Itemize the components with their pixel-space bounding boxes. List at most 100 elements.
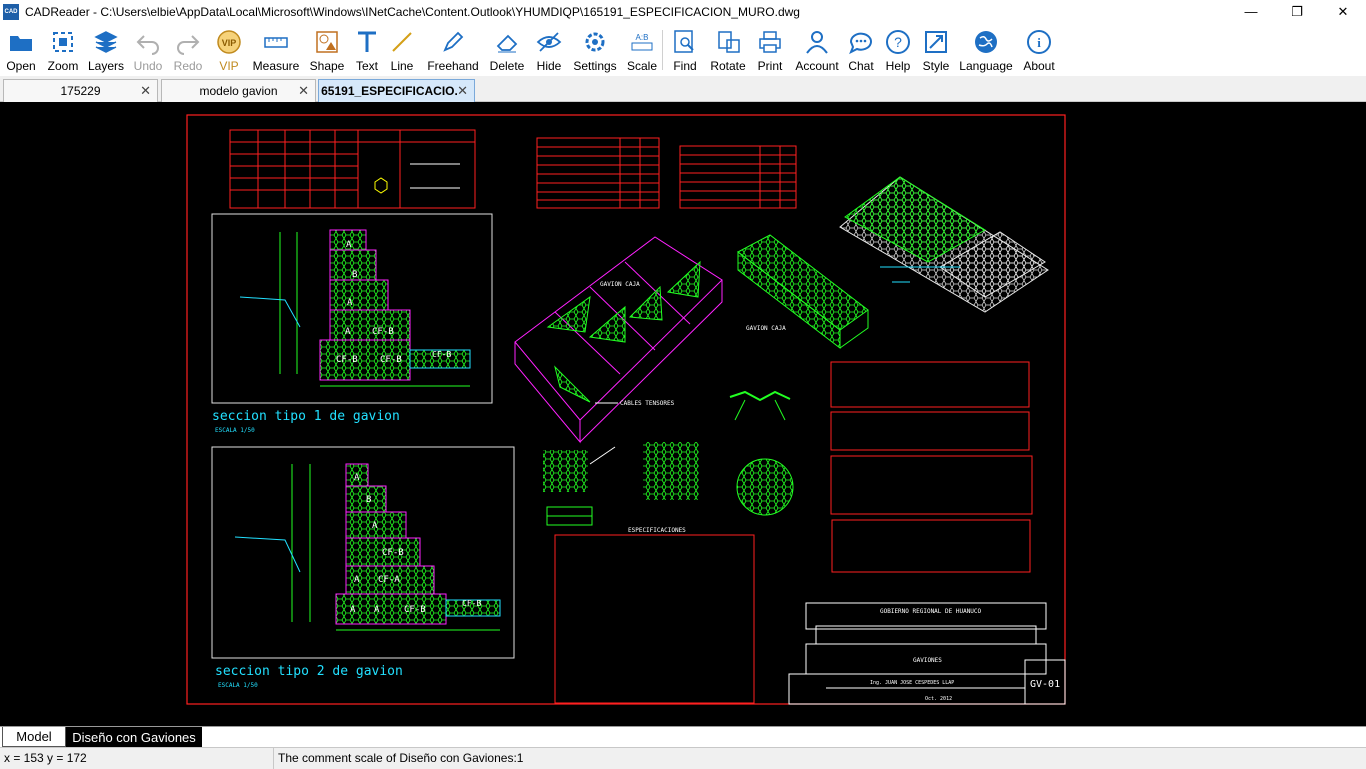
svg-text:ESCALA 1/50: ESCALA 1/50: [215, 427, 255, 434]
toolbar-label: Zoom: [47, 59, 79, 73]
svg-text:ESCALA 1/50: ESCALA 1/50: [218, 682, 258, 689]
chat-button[interactable]: Chat: [843, 23, 879, 76]
coordinate-readout: x = 153 y = 172: [0, 747, 274, 769]
style-button[interactable]: Style: [917, 23, 955, 76]
section2-title: seccion tipo 2 de gavion: [215, 664, 403, 679]
colchon-isometric: [839, 176, 1049, 313]
find-icon: [671, 28, 699, 56]
spec-notes: ESPECIFICACIONES: [554, 361, 1033, 704]
svg-text:CF-B: CF-B: [404, 605, 426, 615]
line-icon: [388, 28, 416, 56]
hide-button[interactable]: Hide: [530, 23, 568, 76]
folder-icon: [7, 28, 35, 56]
svg-text:A: A: [346, 240, 352, 250]
eraser-icon: [493, 28, 521, 56]
minimize-button[interactable]: —: [1228, 0, 1274, 23]
vip-button[interactable]: VIP VIP: [208, 23, 250, 76]
layers-button[interactable]: Layers: [84, 23, 128, 76]
undo-icon: [134, 28, 162, 56]
language-button[interactable]: Language: [955, 23, 1017, 76]
scale-icon: A:B: [628, 28, 656, 56]
svg-text:CF-B: CF-B: [382, 548, 404, 558]
freehand-button[interactable]: Freehand: [422, 23, 484, 76]
svg-text:GAVION CAJA: GAVION CAJA: [600, 281, 640, 288]
chat-icon: [847, 28, 875, 56]
spec-table-1: [536, 137, 660, 209]
window-title: CADReader - C:\Users\elbie\AppData\Local…: [25, 4, 800, 19]
tab-especificacion[interactable]: 65191_ESPECIFICACIO. ✕: [318, 79, 475, 102]
svg-text:A: A: [374, 605, 380, 615]
eye-slash-icon: [535, 28, 563, 56]
tab-diseno-gaviones[interactable]: Diseño con Gaviones: [66, 727, 202, 747]
about-button[interactable]: i About: [1017, 23, 1061, 76]
account-button[interactable]: Account: [791, 23, 843, 76]
document-tab-bar: 175229 ✕ modelo gavion ✕ 65191_ESPECIFIC…: [0, 76, 1366, 102]
toolbar-label: Style: [922, 59, 950, 73]
svg-text:B: B: [352, 270, 357, 280]
drawing-canvas[interactable]: A B A A CF-B CF-B CF-B CF-B seccion tipo…: [0, 102, 1366, 726]
text-button[interactable]: Text: [352, 23, 382, 76]
toolbar-label: Chat: [848, 59, 874, 73]
svg-text:?: ?: [894, 34, 902, 50]
find-button[interactable]: Find: [663, 23, 707, 76]
close-button[interactable]: ✕: [1320, 0, 1366, 23]
tab-model[interactable]: Model: [2, 727, 66, 747]
close-icon[interactable]: ✕: [140, 83, 151, 99]
zoom-icon: [49, 28, 77, 56]
svg-text:A: A: [350, 605, 356, 615]
measure-button[interactable]: Measure: [250, 23, 302, 76]
shape-button[interactable]: Shape: [302, 23, 352, 76]
svg-text:CF-B: CF-B: [462, 599, 481, 608]
svg-text:A: A: [354, 575, 360, 585]
close-icon[interactable]: ✕: [457, 83, 468, 99]
tab-label: Model: [16, 729, 52, 744]
svg-text:A: A: [372, 521, 378, 531]
layout-tab-bar: Model Diseño con Gaviones: [0, 726, 1366, 747]
tab-modelo-gavion[interactable]: modelo gavion ✕: [161, 79, 316, 102]
help-icon: ?: [884, 28, 912, 56]
redo-icon: [174, 28, 202, 56]
toolbar-label: Measure: [252, 59, 300, 73]
print-button[interactable]: Print: [749, 23, 791, 76]
svg-text:B: B: [366, 495, 371, 505]
svg-text:CABLES TENSORES: CABLES TENSORES: [620, 400, 675, 407]
layers-icon: [92, 28, 120, 56]
toolbar-label: Layers: [87, 59, 125, 73]
tab-label: 175229: [60, 84, 101, 98]
maximize-button[interactable]: ❐: [1274, 0, 1320, 23]
toolbar-label: Shape: [309, 59, 345, 73]
help-button[interactable]: ? Help: [879, 23, 917, 76]
toolbar-label: Delete: [489, 59, 525, 73]
open-button[interactable]: Open: [0, 23, 42, 76]
undo-button[interactable]: Undo: [128, 23, 168, 76]
section1-title: seccion tipo 1 de gavion: [212, 409, 400, 424]
spec-table-2: [679, 145, 797, 209]
line-button[interactable]: Line: [382, 23, 422, 76]
close-icon[interactable]: ✕: [298, 83, 309, 99]
svg-text:CF-B: CF-B: [372, 327, 394, 337]
svg-text:Oct. 2012: Oct. 2012: [925, 696, 952, 702]
toolbar-label: Scale: [626, 59, 658, 73]
redo-button[interactable]: Redo: [168, 23, 208, 76]
scale-button[interactable]: A:B Scale: [622, 23, 662, 76]
app-icon: CAD: [3, 3, 19, 20]
svg-text:CF-A: CF-A: [378, 575, 400, 585]
cad-drawing: A B A A CF-B CF-B CF-B CF-B seccion tipo…: [186, 114, 1066, 705]
gavion-3d-drawing: GAVION CAJA: [737, 234, 869, 350]
tab-label: Diseño con Gaviones: [72, 729, 196, 745]
tab-175229[interactable]: 175229 ✕: [3, 79, 158, 102]
gavion-caja-drawing: GAVION CAJA CABLES TENSORES: [514, 236, 723, 444]
globe-icon: [972, 28, 1000, 56]
rotate-button[interactable]: Rotate: [707, 23, 749, 76]
delete-button[interactable]: Delete: [484, 23, 530, 76]
toolbar-label: Freehand: [427, 59, 479, 73]
svg-text:A:B: A:B: [636, 33, 649, 42]
settings-button[interactable]: Settings: [568, 23, 622, 76]
zoom-button[interactable]: Zoom: [42, 23, 84, 76]
toolbar-label: Account: [795, 59, 839, 73]
vip-icon: VIP: [215, 28, 243, 56]
title-block: GOBIERNO REGIONAL DE HUANUCO GAVIONES In…: [788, 602, 1066, 705]
svg-text:CF-B: CF-B: [336, 355, 358, 365]
info-icon: i: [1025, 28, 1053, 56]
toolbar-label: Text: [355, 59, 378, 73]
